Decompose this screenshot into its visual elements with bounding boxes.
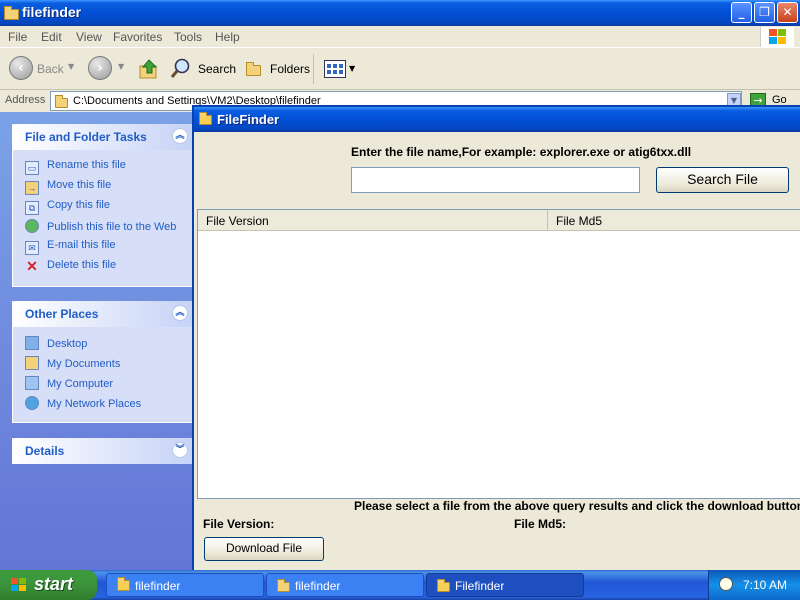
folder-icon xyxy=(277,579,290,592)
task-delete[interactable]: ✕ Delete this file xyxy=(25,259,116,274)
globe-icon xyxy=(25,219,39,233)
place-desktop[interactable]: Desktop xyxy=(25,336,87,350)
copy-icon: ⧉ xyxy=(25,201,39,215)
explorer-title-bar[interactable]: filefinder _ ❐ ✕ xyxy=(0,0,800,26)
menu-view[interactable]: View xyxy=(76,30,102,44)
my-documents-icon xyxy=(25,356,39,370)
download-file-button[interactable]: Download File xyxy=(204,537,324,561)
address-folder-icon xyxy=(55,95,68,108)
email-icon: ✉ xyxy=(25,241,39,255)
app-icon xyxy=(437,579,450,592)
app-icon xyxy=(199,112,212,125)
column-header-file-md5[interactable]: File Md5 xyxy=(548,210,800,231)
filefinder-title-bar[interactable]: FileFinder xyxy=(194,107,800,132)
details-panel: Details ︾ xyxy=(12,438,193,464)
views-icon[interactable] xyxy=(324,60,346,78)
other-places-panel: Other Places ︽ Desktop My Documents My C… xyxy=(12,301,193,423)
filename-prompt: Enter the file name,For example: explore… xyxy=(351,145,692,159)
minimize-button[interactable]: _ xyxy=(731,2,752,23)
folder-icon xyxy=(4,6,19,20)
filefinder-window: FileFinder Enter the file name,For examp… xyxy=(192,105,800,573)
place-my-documents[interactable]: My Documents xyxy=(25,356,120,370)
menu-tools[interactable]: Tools xyxy=(174,30,202,44)
task-icon xyxy=(117,577,130,591)
menu-bar: File Edit View Favorites Tools Help xyxy=(0,26,800,48)
move-icon: → xyxy=(25,181,39,195)
other-places-header[interactable]: Other Places ︽ xyxy=(13,301,192,327)
standard-toolbar: ‹ Back ▼ › ▼ Search Folders ▼ xyxy=(0,48,800,90)
system-tray: 7:10 AM xyxy=(708,570,800,600)
filename-input[interactable] xyxy=(351,167,640,193)
taskbar-item-filefinder-2[interactable]: filefinder xyxy=(266,573,424,597)
folders-icon[interactable] xyxy=(246,62,261,76)
expand-chevron-icon[interactable]: ︾ xyxy=(172,442,188,458)
network-places-icon xyxy=(25,396,39,410)
start-button[interactable]: start xyxy=(0,570,97,600)
menu-file[interactable]: File xyxy=(8,30,27,44)
column-header-file-version[interactable]: File Version xyxy=(198,210,548,231)
windows-logo-icon xyxy=(760,27,794,47)
file-md5-label: File Md5: xyxy=(514,517,567,531)
toolbar-separator xyxy=(313,54,314,84)
rename-icon: ▭ xyxy=(25,161,39,175)
up-folder-icon[interactable] xyxy=(138,58,160,83)
place-my-computer[interactable]: My Computer xyxy=(25,376,113,390)
back-arrow-icon[interactable]: ‹ xyxy=(9,56,33,80)
search-button-label[interactable]: Search xyxy=(198,62,236,76)
window-title: filefinder xyxy=(22,4,82,20)
file-version-label: File Version: xyxy=(203,517,275,531)
details-header[interactable]: Details ︾ xyxy=(13,438,192,464)
back-button-label[interactable]: Back xyxy=(37,62,64,76)
place-my-network-places[interactable]: My Network Places xyxy=(25,396,141,410)
taskbar-item-filefinder-3[interactable]: Filefinder xyxy=(426,573,584,597)
forward-arrow-icon[interactable]: › xyxy=(88,56,112,80)
task-rename[interactable]: ▭ Rename this file xyxy=(25,159,126,175)
tray-icon[interactable] xyxy=(719,577,733,591)
task-pane: File and Folder Tasks ︽ ▭ Rename this fil… xyxy=(0,112,200,570)
taskbar: start filefinder filefinder Filefinder 7… xyxy=(0,570,800,600)
clock[interactable]: 7:10 AM xyxy=(743,578,787,592)
windows-flag-icon xyxy=(11,578,26,591)
file-folder-tasks-header[interactable]: File and Folder Tasks ︽ xyxy=(13,124,192,150)
maximize-button[interactable]: ❐ xyxy=(754,2,775,23)
taskbar-item-filefinder-1[interactable]: filefinder xyxy=(106,573,264,597)
menu-help[interactable]: Help xyxy=(215,30,240,44)
collapse-chevron-icon[interactable]: ︽ xyxy=(172,305,188,321)
back-dropdown-icon[interactable]: ▼ xyxy=(68,62,74,71)
views-dropdown-icon[interactable]: ▼ xyxy=(349,64,355,73)
address-label: Address xyxy=(5,94,46,106)
menu-favorites[interactable]: Favorites xyxy=(113,30,162,44)
task-email[interactable]: ✉ E-mail this file xyxy=(25,239,115,255)
search-file-button[interactable]: Search File xyxy=(656,167,789,193)
panel-title: File and Folder Tasks xyxy=(25,130,147,144)
forward-dropdown-icon[interactable]: ▼ xyxy=(118,62,124,71)
task-copy[interactable]: ⧉ Copy this file xyxy=(25,199,110,215)
collapse-chevron-icon[interactable]: ︽ xyxy=(172,128,188,144)
search-icon[interactable] xyxy=(170,57,192,82)
filefinder-title: FileFinder xyxy=(217,112,280,127)
start-label: start xyxy=(34,574,74,594)
download-instruction: Please select a file from the above quer… xyxy=(354,499,800,513)
panel-title: Details xyxy=(25,444,65,458)
task-move[interactable]: → Move this file xyxy=(25,179,111,195)
folders-button-label[interactable]: Folders xyxy=(270,62,310,76)
menu-edit[interactable]: Edit xyxy=(41,30,62,44)
task-publish[interactable]: Publish this file to the Web xyxy=(25,219,176,233)
desktop-icon xyxy=(25,336,39,350)
delete-x-icon: ✕ xyxy=(26,258,38,274)
file-folder-tasks-panel: File and Folder Tasks ︽ ▭ Rename this fil… xyxy=(12,124,193,287)
panel-title: Other Places xyxy=(25,307,99,321)
my-computer-icon xyxy=(25,376,39,390)
close-button[interactable]: ✕ xyxy=(777,2,798,23)
results-list[interactable]: File Version File Md5 xyxy=(197,209,800,499)
